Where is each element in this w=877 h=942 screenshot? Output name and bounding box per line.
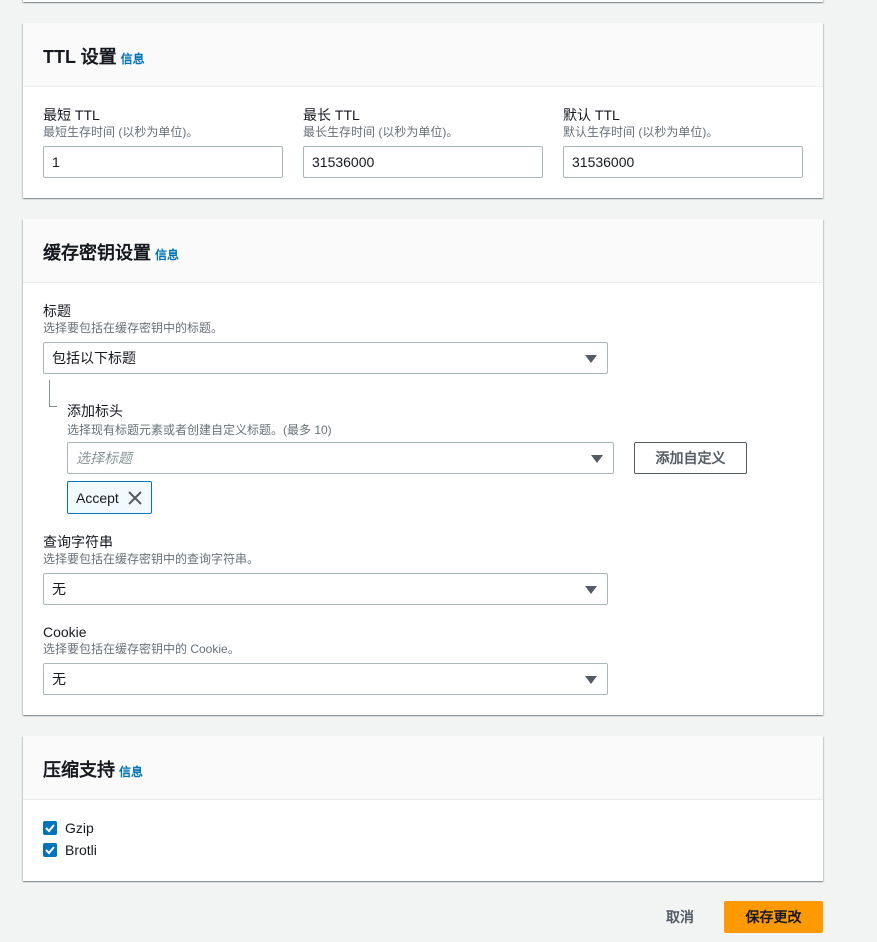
gzip-checkbox[interactable] xyxy=(43,821,57,835)
default-ttl-desc: 默认生存时间 (以秒为单位)。 xyxy=(563,125,719,139)
header-picker-placeholder: 选择标题 xyxy=(76,450,132,466)
query-strings-select[interactable]: 无 xyxy=(43,573,608,605)
add-custom-header-button[interactable]: 添加自定义 xyxy=(634,442,747,474)
gzip-label: Gzip xyxy=(65,820,94,836)
cancel-button[interactable]: 取消 xyxy=(650,901,710,933)
brotli-checkbox[interactable] xyxy=(43,843,57,857)
max-ttl-input[interactable]: 31536000 xyxy=(303,146,543,178)
checkmark-icon xyxy=(45,824,55,833)
query-strings-field: 查询字符串 选择要包括在缓存密钥中的查询字符串。 xyxy=(43,533,259,567)
cookies-field: Cookie 选择要包括在缓存密钥中的 Cookie。 xyxy=(43,623,240,657)
default-ttl-field: 默认 TTL 默认生存时间 (以秒为单位)。 xyxy=(563,106,718,140)
caret-down-icon xyxy=(591,455,603,463)
compression-panel-header: 压缩支持 信息 xyxy=(23,736,823,800)
min-ttl-desc: 最短生存时间 (以秒为单位)。 xyxy=(43,125,199,139)
header-picker-select[interactable]: 选择标题 xyxy=(67,442,614,474)
compression-panel-title: 压缩支持 xyxy=(43,760,115,780)
query-strings-select-value: 无 xyxy=(52,581,66,597)
max-ttl-desc: 最长生存时间 (以秒为单位)。 xyxy=(303,125,459,139)
headers-desc: 选择要包括在缓存密钥中的标题。 xyxy=(43,321,224,335)
add-header-label: 添加标头 xyxy=(67,403,123,419)
headers-select[interactable]: 包括以下标题 xyxy=(43,342,608,374)
caret-down-icon xyxy=(585,586,597,594)
cookies-desc: 选择要包括在缓存密钥中的 Cookie。 xyxy=(43,642,240,656)
compression-panel: 压缩支持 信息 Gzip Brotli xyxy=(23,736,823,881)
headers-label: 标题 xyxy=(43,303,71,319)
query-strings-label: 查询字符串 xyxy=(43,534,113,550)
min-ttl-input[interactable]: 1 xyxy=(43,146,283,178)
ttl-info-link[interactable]: 信息 xyxy=(121,50,145,67)
brotli-label: Brotli xyxy=(65,842,97,858)
headers-field: 标题 选择要包括在缓存密钥中的标题。 xyxy=(43,302,223,336)
tree-connector-vertical xyxy=(49,380,50,406)
min-ttl-label: 最短 TTL xyxy=(43,107,100,123)
compression-info-link[interactable]: 信息 xyxy=(119,763,143,780)
min-ttl-field: 最短 TTL 最短生存时间 (以秒为单位)。 xyxy=(43,106,198,140)
cache-key-panel: 缓存密钥设置 信息 标题 选择要包括在缓存密钥中的标题。 包括以下标题 添加标头… xyxy=(23,219,823,715)
header-token-accept: Accept xyxy=(67,481,152,514)
default-ttl-label: 默认 TTL xyxy=(563,107,620,123)
close-icon[interactable] xyxy=(128,490,142,505)
query-strings-desc: 选择要包括在缓存密钥中的查询字符串。 xyxy=(43,552,260,566)
add-header-field: 添加标头 选择现有标题元素或者创建自定义标题。(最多 10) xyxy=(67,402,332,438)
cache-key-info-link[interactable]: 信息 xyxy=(155,246,179,263)
caret-down-icon xyxy=(585,355,597,363)
add-header-desc: 选择现有标题元素或者创建自定义标题。(最多 10) xyxy=(67,423,332,437)
cookies-select[interactable]: 无 xyxy=(43,663,608,695)
ttl-settings-panel: TTL 设置 信息 最短 TTL 最短生存时间 (以秒为单位)。 1 最长 TT… xyxy=(23,23,823,198)
checkmark-icon xyxy=(45,846,55,855)
cookies-label: Cookie xyxy=(43,624,87,640)
cache-key-panel-title: 缓存密钥设置 xyxy=(43,243,151,263)
save-changes-button[interactable]: 保存更改 xyxy=(724,901,823,933)
cache-key-panel-header: 缓存密钥设置 信息 xyxy=(23,219,823,283)
cookies-select-value: 无 xyxy=(52,671,66,687)
headers-select-value: 包括以下标题 xyxy=(52,350,136,366)
ttl-panel-title: TTL 设置 xyxy=(43,47,117,67)
max-ttl-field: 最长 TTL 最长生存时间 (以秒为单位)。 xyxy=(303,106,458,140)
ttl-panel-header: TTL 设置 信息 xyxy=(23,23,823,87)
header-token-label: Accept xyxy=(76,489,119,506)
default-ttl-input[interactable]: 31536000 xyxy=(563,146,803,178)
caret-down-icon xyxy=(585,676,597,684)
tree-connector-horizontal xyxy=(49,406,57,407)
max-ttl-label: 最长 TTL xyxy=(303,107,360,123)
previous-panel xyxy=(23,0,823,2)
